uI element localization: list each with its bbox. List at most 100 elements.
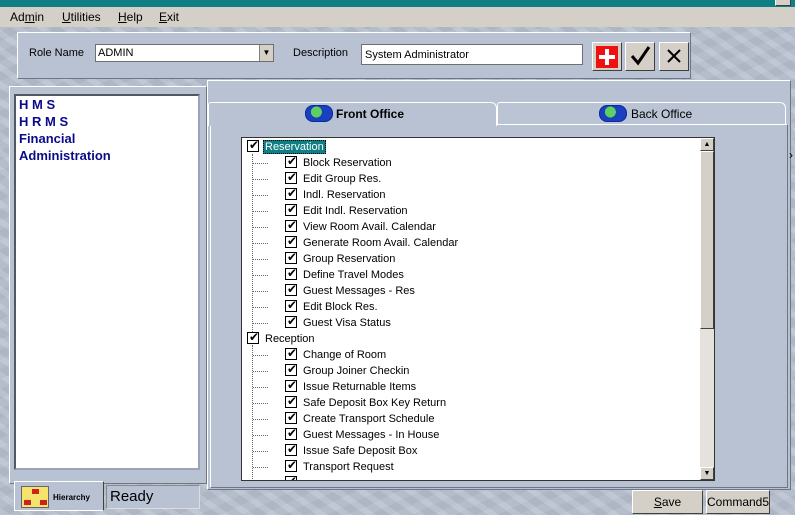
permission-tree: Reservation Block Reservation Edit Group… — [241, 137, 715, 481]
checkbox[interactable] — [247, 138, 259, 152]
item-label: Guest Messages - Res — [303, 285, 415, 297]
tree-branch — [253, 467, 268, 468]
tree-item[interactable]: Generate Room Avail. Calendar — [242, 234, 712, 251]
tree-branch — [253, 211, 268, 212]
menu-help-text: elp — [126, 10, 143, 24]
tree-group-reservation[interactable]: Reservation — [242, 138, 712, 155]
save-button[interactable]: Save — [632, 490, 703, 514]
checkbox[interactable] — [285, 154, 297, 168]
tree-branch — [253, 323, 268, 324]
role-name-dropdown[interactable]: ADMIN ▼ — [95, 44, 274, 62]
tree-item[interactable]: Block Reservation — [242, 154, 712, 171]
menu-exit[interactable]: Exit — [159, 10, 179, 24]
tree-item[interactable]: Issue Returnable Items — [242, 378, 712, 395]
menu-admin-text-b: in — [34, 10, 45, 24]
add-button[interactable] — [592, 42, 622, 71]
tree-item[interactable]: Group Reservation — [242, 250, 712, 267]
tree-item[interactable]: Create Transport Schedule — [242, 410, 712, 427]
tree-item[interactable]: Edit Block Res. — [242, 298, 712, 315]
tree-item[interactable]: Guest Visa Status — [242, 314, 712, 331]
save-mnemonic: S — [653, 495, 662, 509]
command5-button[interactable]: Command5 — [706, 490, 770, 514]
globe-icon — [305, 105, 333, 122]
tree-branch — [253, 307, 268, 308]
tab-front-office[interactable]: Front Office — [208, 102, 497, 126]
module-item-administration[interactable]: Administration — [16, 147, 198, 164]
scroll-down-icon[interactable]: ▼ — [700, 467, 714, 480]
tree-branch — [253, 243, 268, 244]
tab-back-office-label: Back Office — [631, 107, 693, 121]
menu-exit-text: xit — [167, 10, 180, 24]
checkbox[interactable] — [285, 378, 297, 392]
checkbox[interactable] — [285, 282, 297, 296]
checkbox[interactable] — [285, 474, 297, 480]
checkbox[interactable] — [285, 458, 297, 472]
accept-button[interactable] — [625, 42, 655, 71]
menu-utilities-text: tilities — [70, 10, 101, 24]
tree-item[interactable]: Edit Indl. Reservation — [242, 202, 712, 219]
menu-admin-mnemonic: m — [24, 10, 35, 24]
checkbox[interactable] — [285, 442, 297, 456]
tree-group-reception[interactable]: Reception — [242, 330, 712, 347]
chevron-down-icon[interactable]: ▼ — [259, 45, 273, 61]
tree-item[interactable]: Define Travel Modes — [242, 266, 712, 283]
hierarchy-tab[interactable]: Hierarchy — [14, 481, 104, 511]
tree-item[interactable]: View Room Avail. Calendar — [242, 218, 712, 235]
tree-branch — [253, 227, 268, 228]
tree-item[interactable]: Guest Messages - Res — [242, 282, 712, 299]
tree-item[interactable]: Safe Deposit Box Key Return — [242, 394, 712, 411]
tab-back-office[interactable]: Back Office — [497, 102, 786, 124]
window-close-button[interactable] — [775, 0, 791, 6]
description-field[interactable]: System Administrator — [361, 44, 583, 65]
item-label: Edit Block Res. — [303, 301, 378, 313]
checkbox[interactable] — [285, 346, 297, 360]
module-item-hms[interactable]: H M S — [16, 96, 198, 113]
checkbox[interactable] — [285, 362, 297, 376]
scroll-up-icon[interactable]: ▲ — [700, 138, 714, 151]
scroll-thumb[interactable] — [700, 151, 714, 329]
checkbox[interactable] — [285, 186, 297, 200]
group-label: Reservation — [263, 140, 326, 154]
title-bar — [0, 0, 795, 7]
module-item-hrms[interactable]: H R M S — [16, 113, 198, 130]
checkbox[interactable] — [285, 426, 297, 440]
checkbox[interactable] — [285, 410, 297, 424]
command5-label: Command5 — [707, 495, 770, 509]
tree-item[interactable]: Group Joiner Checkin — [242, 362, 712, 379]
checkbox[interactable] — [285, 314, 297, 328]
item-label: Group Joiner Checkin — [303, 365, 410, 377]
description-label: Description — [293, 47, 349, 59]
tree-branch — [253, 291, 268, 292]
menu-admin-text-a: Ad — [10, 10, 25, 24]
checkbox[interactable] — [285, 394, 297, 408]
checkbox[interactable] — [247, 330, 259, 344]
menu-utilities[interactable]: Utilities — [62, 10, 101, 24]
checkbox[interactable] — [285, 250, 297, 264]
item-label: Define Travel Modes — [303, 269, 404, 281]
tree-scrollbar[interactable]: ▲ ▼ — [700, 138, 714, 480]
tree-branch — [253, 275, 268, 276]
tree-item[interactable]: Transport Request — [242, 458, 712, 475]
item-label: Safe Deposit Box Key Return — [303, 397, 447, 409]
menu-help[interactable]: Help — [118, 10, 143, 24]
menu-admin[interactable]: Admin — [10, 10, 44, 24]
tree-item[interactable]: Edit Group Res. — [242, 170, 712, 187]
checkbox[interactable] — [285, 218, 297, 232]
tree-branch — [253, 435, 268, 436]
cancel-button[interactable] — [659, 42, 689, 71]
checkbox[interactable] — [285, 170, 297, 184]
tree-item[interactable]: Indl. Reservation — [242, 186, 712, 203]
module-item-financial[interactable]: Financial — [16, 130, 198, 147]
checkbox[interactable] — [285, 234, 297, 248]
tree-item[interactable]: Guest Messages - In House — [242, 426, 712, 443]
item-label: Guest Visa Status — [303, 317, 391, 329]
item-label: Generate Room Avail. Calendar — [303, 237, 459, 249]
checkbox[interactable] — [285, 266, 297, 280]
tree-item-partial[interactable] — [242, 474, 712, 480]
item-label: Group Reservation — [303, 253, 396, 265]
tree-item[interactable]: Change of Room — [242, 346, 712, 363]
tree-item[interactable]: Issue Safe Deposit Box — [242, 442, 712, 459]
checkbox[interactable] — [285, 298, 297, 312]
tree-branch — [253, 163, 268, 164]
checkbox[interactable] — [285, 202, 297, 216]
